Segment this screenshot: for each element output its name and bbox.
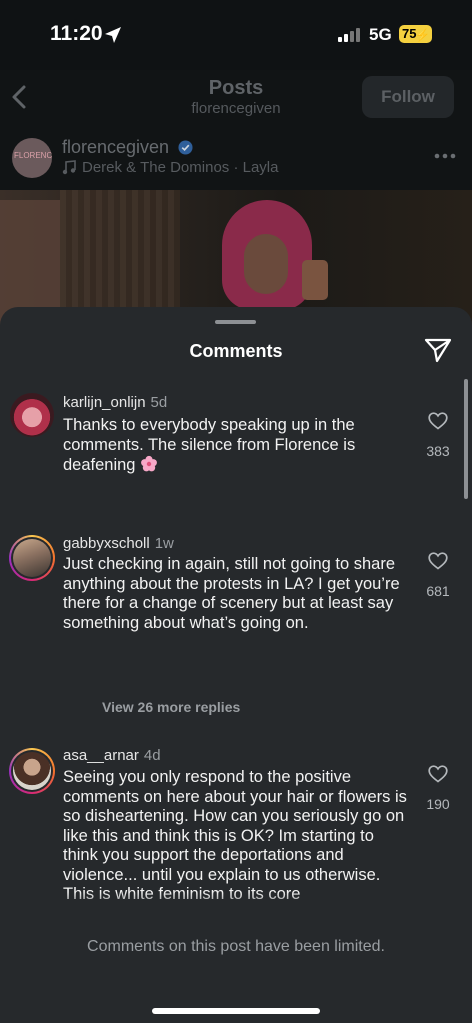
post-author-username[interactable]: florencegiven [62, 137, 169, 158]
post-author-avatar[interactable]: FLORENCE GIVEN [12, 138, 52, 178]
music-note-icon [62, 160, 76, 175]
avatar-photo [13, 539, 51, 577]
commenter-avatar[interactable] [10, 393, 54, 437]
comment-timestamp: 4d [143, 747, 161, 764]
comments-sheet: Comments karlijn_onlijn 5d Thanks to ever… [0, 307, 472, 1023]
like-heart-icon[interactable] [428, 765, 448, 783]
view-more-replies-button[interactable]: View 26 more replies [102, 699, 240, 715]
comments-limited-notice: Comments on this post have been limited. [87, 938, 385, 955]
like-heart-icon[interactable] [428, 412, 448, 430]
like-heart-icon[interactable] [428, 552, 448, 570]
post-song[interactable]: Derek & The Dominos · Layla [82, 159, 278, 176]
comment-username[interactable]: asa__arnar [63, 747, 139, 764]
like-count: 383 [426, 443, 450, 459]
avatar-inner [11, 750, 53, 792]
photo-face [244, 234, 288, 294]
avatar-logo-text: FLORENCE GIVEN [14, 151, 52, 160]
commenter-avatar[interactable] [9, 535, 55, 581]
avatar-inner [11, 537, 53, 579]
comment-text: Just checking in again, still not going … [63, 555, 400, 632]
comment-username-row: karlijn_onlijn 5d [63, 394, 167, 411]
like-count: 681 [426, 583, 450, 599]
comment-timestamp: 1w [154, 535, 174, 552]
comment-text: Thanks to everybody speaking up in the c… [63, 416, 356, 474]
photo-phone [302, 260, 328, 300]
comment-username[interactable]: gabbyxscholl [63, 535, 150, 552]
comment-username[interactable]: karlijn_onlijn [63, 394, 146, 411]
sheet-drag-handle[interactable] [215, 320, 256, 324]
comment-username-row: gabbyxscholl 1w [63, 535, 174, 552]
follow-button[interactable]: Follow [362, 76, 454, 118]
home-indicator[interactable] [152, 1008, 320, 1014]
comment-timestamp: 5d [150, 394, 168, 411]
battery-indicator: 75 ⚡ [399, 25, 432, 43]
share-send-icon[interactable] [424, 337, 452, 363]
avatar-photo [13, 752, 51, 790]
cellular-signal-icon [338, 28, 360, 42]
verified-badge-icon [178, 140, 193, 155]
more-options-icon[interactable] [434, 153, 456, 159]
comments-title: Comments [189, 341, 283, 361]
location-arrow-icon [105, 27, 121, 43]
cherry-blossom-emoji-icon [141, 455, 157, 472]
comment-text: Seeing you only respond to the positive … [63, 768, 407, 903]
charging-bolt-icon: ⚡ [415, 28, 430, 42]
comment-text-row: Thanks to everybody speaking up in the c… [63, 416, 413, 476]
status-time: 11:20 [50, 22, 103, 45]
status-bar: 11:20 5G 75 ⚡ [0, 0, 472, 70]
network-type: 5G [369, 25, 392, 44]
like-count: 190 [426, 796, 450, 812]
scrollbar[interactable] [464, 379, 468, 499]
list-fade [0, 892, 472, 920]
comment-username-row: asa__arnar 4d [63, 747, 161, 764]
commenter-avatar[interactable] [9, 748, 55, 794]
